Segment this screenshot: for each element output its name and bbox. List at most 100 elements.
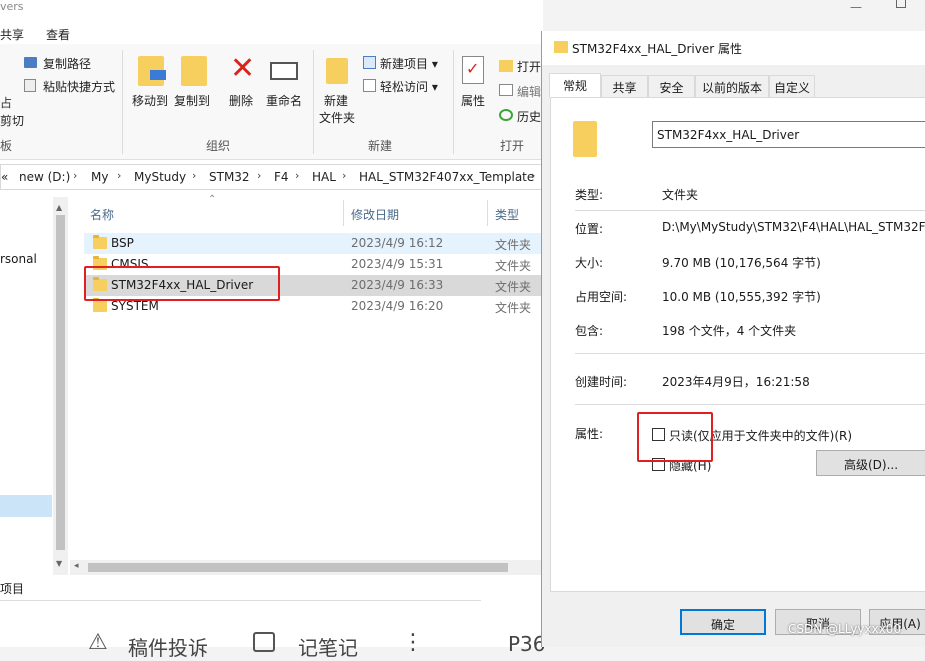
- nav-item-fragment[interactable]: rsonal: [0, 252, 37, 266]
- cut-button-fragment[interactable]: 剪切: [0, 112, 24, 129]
- column-header-type[interactable]: 类型: [495, 206, 519, 223]
- dialog-title: STM32F4xx_HAL_Driver 属性: [572, 42, 742, 56]
- new-folder-button[interactable]: 新建: [324, 92, 348, 109]
- breadcrumb-chevron-icon[interactable]: ›: [117, 169, 121, 182]
- advanced-button[interactable]: 高级(D)...: [816, 450, 925, 476]
- divider: [575, 210, 925, 211]
- horizontal-scrollbar[interactable]: ◂: [70, 560, 543, 575]
- maximize-icon[interactable]: [896, 0, 906, 8]
- general-tab-panel: STM32F4xx_HAL_Driver 类型: 文件夹 位置: D:\My\M…: [550, 97, 925, 592]
- history-icon: [499, 109, 513, 121]
- history-button[interactable]: 历史: [517, 108, 541, 125]
- breadcrumb-chevron-icon[interactable]: ›: [192, 169, 196, 182]
- status-bar-item-count: 项目: [0, 582, 25, 596]
- tab-security-label: 安全: [659, 81, 684, 95]
- column-header-name[interactable]: 名称: [90, 206, 114, 223]
- copy-path-icon: [24, 57, 37, 68]
- navigation-pane: rsonal ▲ ▼: [0, 197, 70, 575]
- open-icon: [499, 60, 513, 72]
- new-group-label: 新建: [368, 139, 393, 153]
- address-bar[interactable]: « new (D:) › My › MyStudy › STM32 › F4 ›…: [0, 164, 543, 190]
- divider: [575, 353, 925, 354]
- delete-button[interactable]: 删除: [229, 92, 253, 109]
- report-icon: ⚠: [88, 630, 108, 655]
- tab-sharing-label: 共享: [612, 81, 637, 95]
- folder-name-input[interactable]: STM32F4xx_HAL_Driver: [652, 121, 925, 148]
- easy-access-label: 轻松访问: [380, 80, 429, 94]
- copy-to-icon: [181, 56, 207, 86]
- window-title-fragment: vers: [0, 0, 24, 13]
- file-row[interactable]: BSP 2023/4/9 16:12 文件夹: [84, 233, 543, 254]
- rename-button[interactable]: 重命名: [266, 92, 302, 109]
- created-label: 创建时间:: [575, 375, 628, 389]
- breadcrumb-f4[interactable]: F4: [274, 170, 289, 184]
- breadcrumb-stm32[interactable]: STM32: [209, 170, 250, 184]
- file-type: 文件夹: [495, 280, 532, 294]
- file-modified: 2023/4/9 16:12: [351, 236, 444, 250]
- type-label: 类型:: [575, 188, 604, 202]
- tab-security[interactable]: 安全: [648, 75, 695, 97]
- breadcrumb-chevron-icon[interactable]: ›: [342, 169, 346, 182]
- scroll-left-icon[interactable]: ◂: [74, 561, 79, 571]
- breadcrumb-my[interactable]: My: [91, 170, 108, 184]
- horizontal-scrollbar-thumb[interactable]: [88, 563, 508, 572]
- divider: [575, 404, 925, 405]
- dialog-titlebar[interactable]: STM32F4xx_HAL_Driver 属性: [542, 31, 925, 65]
- page-indicator: P36: [508, 632, 546, 656]
- easy-access-icon: [363, 79, 376, 92]
- organize-group-label: 组织: [206, 139, 231, 153]
- nav-scrollbar-thumb[interactable]: [56, 215, 65, 550]
- new-item-icon: [363, 56, 376, 69]
- scroll-down-icon[interactable]: ▼: [56, 559, 62, 568]
- background-page: ⚠ 稿件投诉 记笔记 ⋮ P36: [0, 600, 546, 660]
- folder-icon: [93, 298, 107, 312]
- move-to-button[interactable]: 移动到: [132, 92, 168, 109]
- new-item-button[interactable]: 新建项目 ▾: [380, 55, 438, 72]
- tab-view[interactable]: 查看: [46, 26, 70, 43]
- contains-value: 198 个文件，4 个文件夹: [662, 324, 797, 338]
- column-header-modified[interactable]: 修改日期: [351, 206, 399, 223]
- breadcrumb-hal[interactable]: HAL: [312, 170, 336, 184]
- column-divider[interactable]: [487, 200, 488, 226]
- copy-to-button[interactable]: 复制到: [174, 92, 210, 109]
- file-explorer-window: vers 共享 查看 复制路径 粘贴快捷方式 占 剪切 板 移动到 复制到 ✕ …: [0, 0, 543, 600]
- nav-scrollbar[interactable]: ▲ ▼: [53, 197, 68, 575]
- breadcrumb-overflow-icon[interactable]: «: [1, 170, 8, 184]
- file-type: 文件夹: [495, 301, 532, 315]
- open-button[interactable]: 打开: [517, 58, 541, 75]
- ribbon-separator: [453, 50, 454, 154]
- paste-shortcut-button[interactable]: 粘贴快捷方式: [43, 78, 115, 95]
- scroll-up-icon[interactable]: ▲: [56, 203, 62, 212]
- clipboard-fragment-mark: 占: [0, 96, 13, 110]
- minimize-icon[interactable]: —: [850, 0, 862, 14]
- breadcrumb-chevron-icon[interactable]: ›: [295, 169, 299, 182]
- file-modified: 2023/4/9 15:31: [351, 257, 444, 271]
- breadcrumb-mystudy[interactable]: MyStudy: [134, 170, 186, 184]
- tab-general[interactable]: 常规: [549, 73, 601, 97]
- rename-icon: [270, 62, 298, 80]
- tab-sharing[interactable]: 共享: [601, 75, 648, 97]
- tab-previous-versions[interactable]: 以前的版本: [695, 75, 769, 97]
- new-folder-label-1: 新建: [324, 94, 349, 108]
- copy-path-button[interactable]: 复制路径: [43, 55, 91, 72]
- ok-button[interactable]: 确定: [680, 609, 766, 635]
- breadcrumb-chevron-icon[interactable]: ›: [531, 169, 535, 182]
- breadcrumb-drive[interactable]: new (D:): [19, 170, 70, 184]
- sort-ascending-icon: ⌃: [208, 194, 217, 205]
- tab-customize[interactable]: 自定义: [769, 75, 815, 97]
- breadcrumb-chevron-icon[interactable]: ›: [257, 169, 261, 182]
- more-icon[interactable]: ⋮: [402, 630, 424, 655]
- clipboard-group-label: 板: [0, 139, 13, 153]
- breadcrumb-chevron-icon[interactable]: ›: [73, 169, 77, 182]
- file-name: SYSTEM: [111, 299, 159, 313]
- disk-size-value: 10.0 MB (10,555,392 字节): [662, 290, 821, 304]
- column-divider[interactable]: [343, 200, 344, 226]
- tab-general-label: 常规: [562, 79, 587, 93]
- nav-item-selected[interactable]: [0, 495, 52, 517]
- breadcrumb-template[interactable]: HAL_STM32F407xx_Template: [359, 170, 534, 184]
- edit-icon: [499, 84, 513, 96]
- tab-share[interactable]: 共享: [0, 26, 24, 43]
- properties-button[interactable]: 属性: [461, 92, 485, 109]
- edit-button[interactable]: 编辑: [517, 83, 541, 100]
- easy-access-button[interactable]: 轻松访问 ▾: [380, 78, 438, 95]
